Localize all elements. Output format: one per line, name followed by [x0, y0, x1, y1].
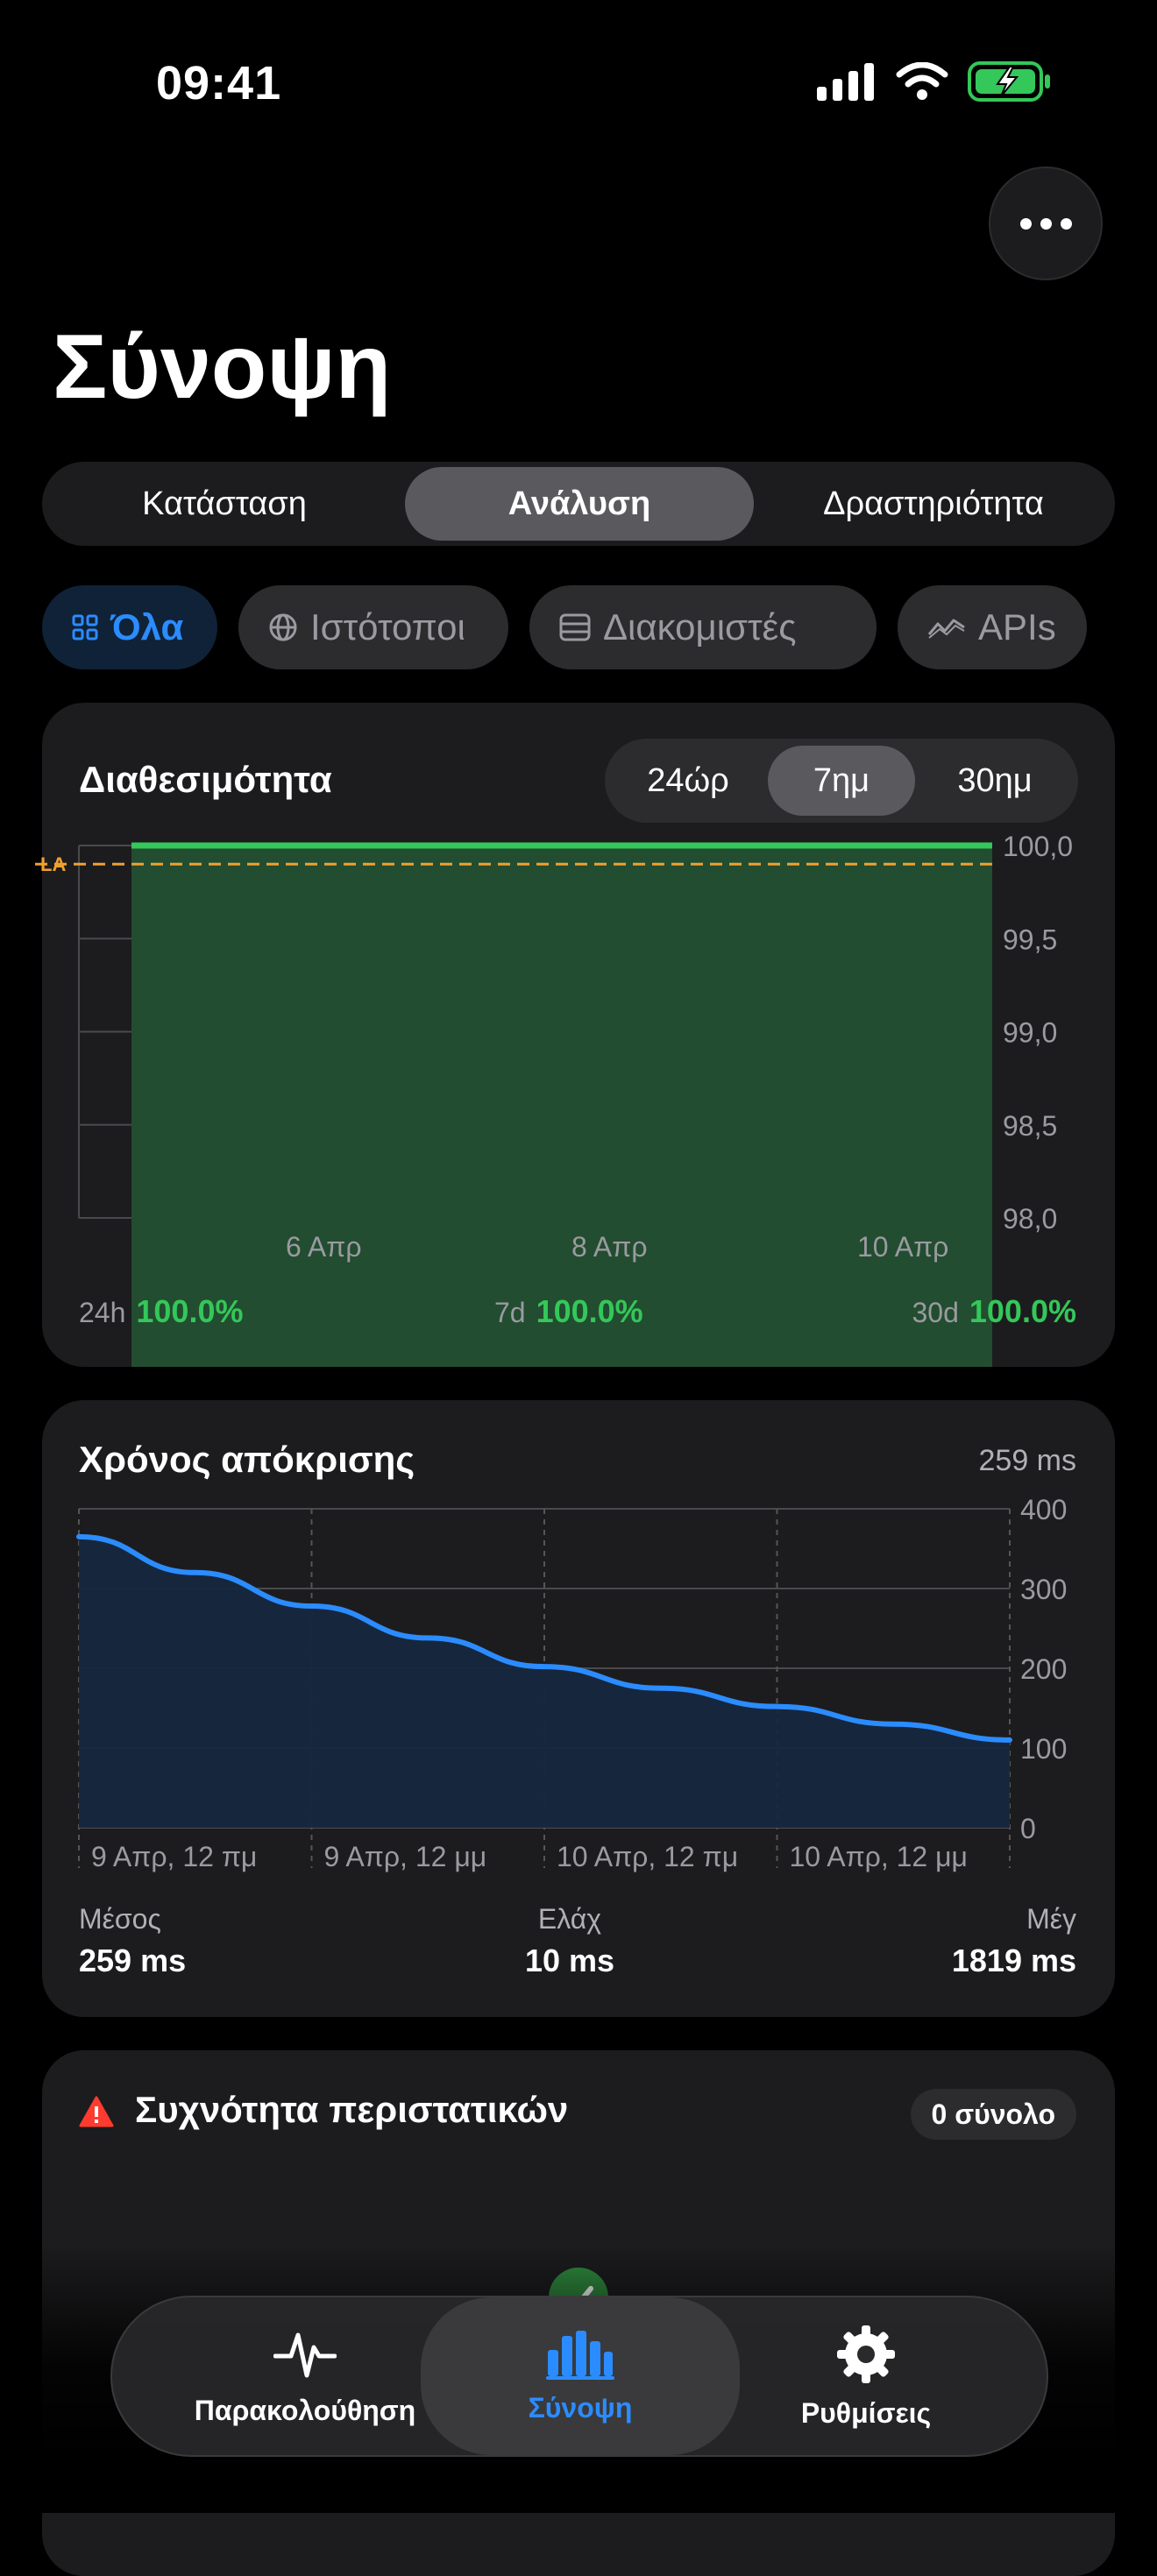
filter-servers[interactable]: Διακομιστές	[529, 585, 877, 669]
stat-min: Ελάχ 10 ms	[465, 1903, 675, 1979]
response-time-current: 259 ms	[978, 1444, 1077, 1477]
warning-icon	[79, 2096, 114, 2127]
grid-icon	[72, 614, 98, 640]
tabbar-monitoring[interactable]: Παρακολούθηση	[147, 2297, 463, 2455]
response-time-chart: 400 300 200 100 0 9 Απρ, 12 πμ 9 Απρ, 12 μμ 10 …	[76, 1494, 1067, 1872]
summary-24h-value: 100.0%	[136, 1293, 244, 1329]
ellipsis-icon	[1019, 217, 1032, 230]
filter-all[interactable]: Όλα	[42, 585, 217, 669]
view-segmented-control: Κατάσταση Ανάλυση Δραστηριότητα	[42, 462, 1115, 546]
summary-30d: 30d 100.0%	[912, 1293, 1077, 1330]
filter-chips: Όλα Ιστότοποι Διακομιστές APIs	[42, 585, 1087, 669]
y-tick-label: 100,0	[1003, 831, 1073, 862]
stat-avg-label: Μέσος	[79, 1903, 161, 1935]
stat-max-value: 1819 ms	[951, 1943, 1076, 1978]
x-tick-label: 10 Απρ, 12 μμ	[790, 1841, 968, 1872]
summary-7d-value: 100.0%	[536, 1293, 643, 1329]
response-fill	[79, 1536, 1010, 1828]
stat-max: Μέγ 1819 ms	[952, 1903, 1076, 1979]
tabbar-monitoring-label: Παρακολούθηση	[194, 2394, 416, 2426]
heartbeat-icon	[273, 2332, 337, 2377]
y-tick-label: 98,5	[1003, 1110, 1057, 1142]
tab-analysis[interactable]: Ανάλυση	[405, 467, 754, 541]
page-title: Σύνοψη	[53, 316, 392, 418]
availability-chart: 100,0 99,5 99,0 98,5 98,0 6 Απρ 8 Απρ 10 Απρ	[35, 831, 1073, 1367]
y-tick-label: 100	[1020, 1733, 1067, 1765]
filter-apis[interactable]: APIs	[898, 585, 1087, 669]
availability-title: Διαθεσιμότητα	[79, 759, 332, 800]
stat-min-value: 10 ms	[524, 1943, 615, 1978]
response-area	[76, 1533, 1012, 1828]
summary-30d-value: 100.0%	[969, 1293, 1076, 1329]
battery-charging-icon	[968, 61, 1050, 102]
server-icon	[559, 613, 591, 641]
tab-activity[interactable]: Δραστηριότητα	[757, 467, 1110, 541]
summary-24h: 24h 100.0%	[79, 1293, 244, 1330]
stat-max-label: Μέγ	[1026, 1903, 1076, 1935]
incidents-title: Συχνότητα περιστατικών	[135, 2089, 569, 2130]
wifi-icon	[896, 62, 948, 100]
y-tick-label: 0	[1020, 1813, 1036, 1844]
range-24h[interactable]: 24ώρ	[612, 746, 764, 816]
range-7d[interactable]: 7ημ	[768, 746, 915, 816]
response-time-title: Χρόνος απόκρισης	[79, 1439, 415, 1480]
availability-area	[35, 842, 992, 1367]
summary-7d-label: 7d	[494, 1297, 526, 1328]
availability-fill	[131, 846, 992, 1367]
globe-icon	[269, 613, 297, 641]
filter-servers-label: Διακομιστές	[603, 606, 797, 648]
status-time: 09:41	[156, 57, 282, 110]
x-tick-label: 9 Απρ, 12 πμ	[91, 1841, 257, 1872]
status-icons	[815, 61, 1052, 102]
x-tick-label: 6 Απρ	[286, 1231, 362, 1263]
y-tick-label: 200	[1020, 1653, 1067, 1685]
y-tick-label: 400	[1020, 1494, 1067, 1525]
signal-icon	[817, 63, 874, 101]
wave-icon	[927, 619, 965, 639]
tabbar-summary-label: Σύνοψη	[528, 2391, 633, 2424]
filter-websites[interactable]: Ιστότοποι	[238, 585, 508, 669]
filter-websites-label: Ιστότοποι	[310, 606, 465, 648]
x-tick-label: 10 Απρ, 12 πμ	[557, 1841, 738, 1872]
tabbar-settings-label: Ρυθμίσεις	[800, 2396, 932, 2429]
x-tick-label: 10 Απρ	[857, 1231, 948, 1263]
bar-chart-icon	[546, 2330, 614, 2380]
filter-apis-label: APIs	[978, 606, 1056, 648]
x-tick-label: 8 Απρ	[571, 1231, 648, 1263]
more-button[interactable]	[989, 166, 1103, 280]
incidents-total-badge: 0 σύνολο	[910, 2089, 1076, 2140]
stat-avg-value: 259 ms	[79, 1943, 187, 1978]
x-tick-label: 9 Απρ, 12 μμ	[324, 1841, 487, 1872]
y-tick-label: 300	[1020, 1574, 1067, 1605]
range-segmented-control: 24ώρ 7ημ 30ημ	[605, 739, 1078, 823]
stat-min-label: Ελάχ	[537, 1903, 602, 1935]
stat-avg: Μέσος 259 ms	[79, 1903, 186, 1979]
summary-24h-label: 24h	[79, 1297, 126, 1328]
y-tick-label: 99,0	[1003, 1017, 1057, 1049]
tabbar-settings[interactable]: Ρυθμίσεις	[726, 2297, 1006, 2455]
sla-label: LA	[40, 853, 67, 875]
tab-bar: Παρακολούθηση Σύνοψη Ρυθμίσεις	[110, 2296, 1048, 2457]
tab-status[interactable]: Κατάσταση	[47, 467, 401, 541]
y-tick-label: 98,0	[1003, 1203, 1057, 1235]
summary-30d-label: 30d	[912, 1297, 959, 1328]
gear-icon	[837, 2325, 895, 2383]
range-30d[interactable]: 30ημ	[919, 746, 1071, 816]
summary-7d: 7d 100.0%	[494, 1293, 643, 1330]
filter-all-label: Όλα	[110, 606, 184, 648]
y-tick-label: 99,5	[1003, 924, 1057, 955]
tabbar-summary[interactable]: Σύνοψη	[421, 2297, 740, 2455]
